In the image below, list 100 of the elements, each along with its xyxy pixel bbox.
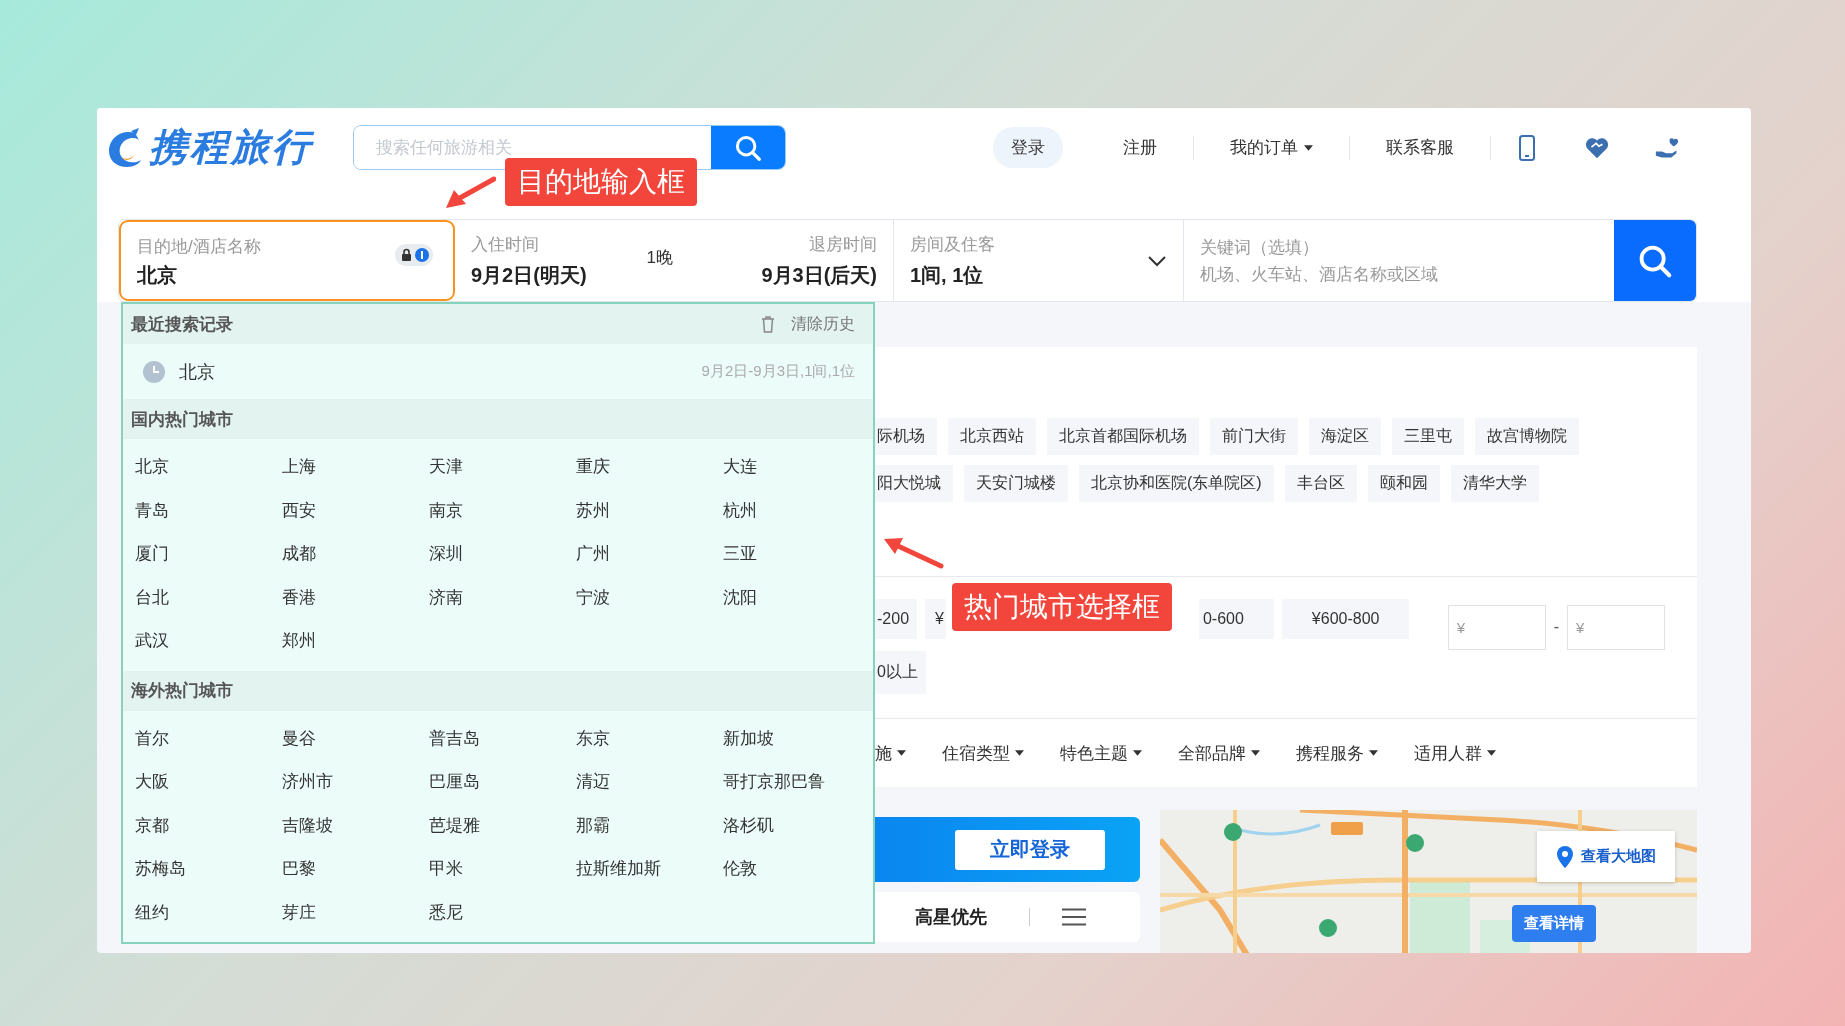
city-option[interactable]: 首尔 — [135, 726, 169, 750]
field-label: 退房时间 — [809, 233, 877, 256]
view-map-button[interactable]: 查看大地图 — [1537, 831, 1675, 882]
city-option[interactable]: 芽庄 — [282, 900, 316, 924]
location-tag[interactable]: 丰台区 — [1284, 465, 1357, 502]
city-option[interactable]: 香港 — [282, 585, 316, 609]
location-tag[interactable]: 阳大悦城 — [875, 465, 953, 502]
city-option[interactable]: 新加坡 — [723, 726, 774, 750]
city-option[interactable]: 西安 — [282, 498, 316, 522]
city-option[interactable]: 重庆 — [576, 455, 610, 479]
city-option[interactable]: 吉隆坡 — [282, 813, 333, 837]
city-option[interactable]: 悉尼 — [429, 900, 463, 924]
location-tag[interactable]: 北京西站 — [948, 418, 1036, 455]
city-option[interactable]: 大连 — [723, 455, 757, 479]
city-option[interactable]: 东京 — [576, 726, 610, 750]
city-option[interactable]: 普吉岛 — [429, 726, 480, 750]
city-option[interactable]: 青岛 — [135, 498, 169, 522]
orders-menu[interactable]: 我的订单 — [1212, 127, 1331, 168]
city-option[interactable]: 那霸 — [576, 813, 610, 837]
city-option[interactable]: 甲米 — [429, 857, 463, 881]
nav-link[interactable]: 注册 — [1105, 127, 1175, 168]
city-option[interactable]: 巴黎 — [282, 857, 316, 881]
city-option[interactable]: 济州市 — [282, 770, 333, 794]
location-tag[interactable]: 故宫博物院 — [1475, 418, 1579, 455]
city-option[interactable]: 苏州 — [576, 498, 610, 522]
city-option[interactable]: 清迈 — [576, 770, 610, 794]
price-chip[interactable]: -200 — [875, 598, 918, 639]
login-button[interactable]: 立即登录 — [955, 829, 1105, 870]
city-option[interactable]: 北京 — [135, 455, 169, 479]
location-tag[interactable]: 北京首都国际机场 — [1047, 418, 1199, 455]
history-city[interactable]: 北京 — [179, 359, 215, 384]
destination-field[interactable]: 目的地/酒店名称 北京 — [119, 220, 455, 301]
city-option[interactable]: 南京 — [429, 498, 463, 522]
location-tag[interactable]: 北京协和医院(东单院区) — [1079, 465, 1274, 502]
chevron-down-icon[interactable] — [1147, 254, 1167, 267]
filter-dropdown[interactable]: 施 — [875, 741, 906, 765]
search-button[interactable] — [1614, 220, 1696, 301]
trash-icon[interactable] — [761, 315, 775, 333]
location-tag[interactable]: 天安门城楼 — [964, 465, 1068, 502]
price-chip[interactable]: ¥600-800 — [1281, 598, 1410, 639]
location-tag[interactable]: 际机场 — [875, 418, 937, 455]
filter-dropdown[interactable]: 特色主题 — [1060, 741, 1142, 765]
checkout-date[interactable]: 9月3日(后天) — [761, 261, 877, 289]
max-price-field[interactable]: ¥ — [1567, 604, 1665, 650]
caret-icon — [897, 750, 906, 757]
nav-link[interactable]: 联系客服 — [1368, 127, 1472, 168]
sort-option[interactable]: 高星优先 — [915, 905, 987, 929]
filter-dropdown[interactable]: 住宿类型 — [942, 741, 1024, 765]
location-tag[interactable]: 海淀区 — [1309, 418, 1381, 455]
city-option[interactable]: 纽约 — [135, 900, 169, 924]
city-option[interactable]: 成都 — [282, 542, 316, 566]
header-search-button[interactable] — [711, 126, 785, 169]
lock-info-icon[interactable] — [395, 244, 433, 266]
field-label: 目的地/酒店名称 — [137, 235, 261, 258]
filter-dropdown[interactable]: 携程服务 — [1296, 741, 1378, 765]
city-option[interactable]: 武汉 — [135, 629, 169, 653]
city-option[interactable]: 广州 — [576, 542, 610, 566]
city-option[interactable]: 苏梅岛 — [135, 857, 186, 881]
price-chip[interactable]: 0以上 — [875, 650, 926, 694]
city-option[interactable]: 曼谷 — [282, 726, 316, 750]
city-option[interactable]: 台北 — [135, 585, 169, 609]
city-option[interactable]: 济南 — [429, 585, 463, 609]
filter-dropdown[interactable]: 适用人群 — [1414, 741, 1496, 765]
city-option[interactable]: 宁波 — [576, 585, 610, 609]
city-option[interactable]: 郑州 — [282, 629, 316, 653]
filter-dropdown[interactable]: 全部品牌 — [1178, 741, 1260, 765]
city-option[interactable]: 洛杉矶 — [723, 813, 774, 837]
login-link[interactable]: 登录 — [993, 127, 1063, 168]
menu-icon[interactable] — [1062, 908, 1086, 926]
clear-history-link[interactable]: 清除历史 — [791, 313, 855, 335]
city-option[interactable]: 三亚 — [723, 542, 757, 566]
checkin-date[interactable]: 9月2日(明天) — [471, 261, 587, 289]
city-option[interactable]: 上海 — [282, 455, 316, 479]
keyword-field[interactable]: 机场、火车站、酒店名称或区域 — [1200, 265, 1580, 285]
min-price-field[interactable]: ¥ — [1447, 604, 1546, 650]
city-option[interactable]: 京都 — [135, 813, 169, 837]
city-option[interactable]: 深圳 — [429, 542, 463, 566]
price-chip[interactable]: 0-600 — [1198, 598, 1274, 639]
city-option[interactable]: 哥打京那巴鲁 — [723, 770, 825, 794]
city-option[interactable]: 沈阳 — [723, 585, 757, 609]
city-option[interactable]: 厦门 — [135, 542, 169, 566]
range-dash: - — [1553, 618, 1559, 637]
price-chip[interactable]: ¥ — [925, 598, 946, 639]
field-label: 关键词（选填） — [1200, 237, 1319, 259]
city-option[interactable]: 天津 — [429, 455, 463, 479]
city-option[interactable]: 大阪 — [135, 770, 169, 794]
rooms-guests-value[interactable]: 1间, 1位 — [910, 261, 995, 289]
location-tag[interactable]: 颐和园 — [1367, 465, 1440, 502]
city-option[interactable]: 拉斯维加斯 — [576, 857, 661, 881]
field-value[interactable]: 北京 — [137, 263, 337, 287]
location-tag[interactable]: 清华大学 — [1450, 465, 1539, 502]
location-tag[interactable]: 三里屯 — [1392, 418, 1464, 455]
city-option[interactable]: 巴厘岛 — [429, 770, 480, 794]
city-option[interactable]: 杭州 — [723, 498, 757, 522]
city-option[interactable]: 芭堤雅 — [429, 813, 480, 837]
arrow-icon — [444, 175, 496, 211]
city-option[interactable]: 伦敦 — [723, 857, 757, 881]
location-tag[interactable]: 前门大街 — [1210, 418, 1298, 455]
caret-icon — [1304, 144, 1313, 151]
view-details-tag[interactable]: 查看详情 — [1512, 905, 1596, 942]
